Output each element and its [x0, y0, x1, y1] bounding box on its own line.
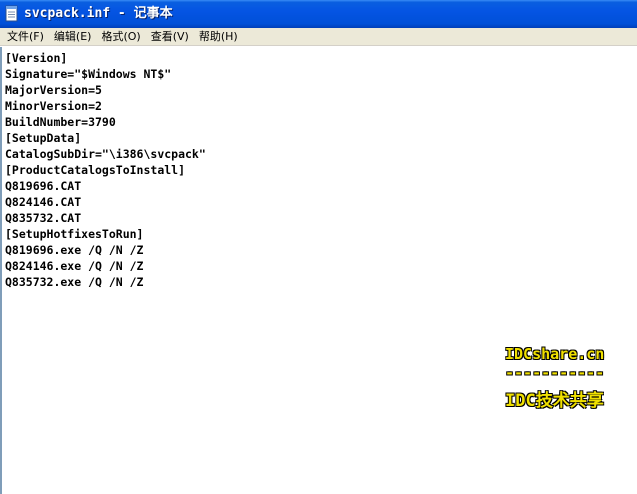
watermark-divider: -----------: [505, 364, 605, 382]
text-line: MinorVersion=2: [5, 99, 102, 113]
text-line: CatalogSubDir="\i386\svcpack": [5, 147, 206, 161]
text-line: Q835732.CAT: [5, 211, 82, 225]
menu-bar: 文件(F) 编辑(E) 格式(O) 查看(V) 帮助(H): [0, 28, 637, 46]
text-line: [SetupHotfixesToRun]: [5, 227, 144, 241]
menu-file[interactable]: 文件(F): [2, 28, 49, 45]
text-line: [Version]: [5, 51, 68, 65]
menu-format[interactable]: 格式(O): [96, 28, 145, 45]
text-line: [SetupData]: [5, 131, 82, 145]
text-line: BuildNumber=3790: [5, 115, 116, 129]
title-bar[interactable]: svcpack.inf - 记事本: [0, 0, 637, 28]
menu-edit[interactable]: 编辑(E): [49, 28, 97, 45]
text-line: Q824146.exe /Q /N /Z: [5, 259, 144, 273]
text-line: Q835732.exe /Q /N /Z: [5, 275, 144, 289]
text-line: [ProductCatalogsToInstall]: [5, 163, 186, 177]
window-title: svcpack.inf - 记事本: [24, 6, 173, 21]
watermark-tagline: IDC技术共享: [505, 391, 604, 411]
text-line: Signature="$Windows NT$": [5, 67, 172, 81]
menu-help[interactable]: 帮助(H): [194, 28, 243, 45]
watermark-site: IDCshare.cn: [505, 345, 605, 363]
menu-view[interactable]: 查看(V): [146, 28, 194, 45]
text-line: Q819696.exe /Q /N /Z: [5, 243, 144, 257]
text-editor[interactable]: [Version] Signature="$Windows NT$" Major…: [0, 47, 637, 494]
text-line: MajorVersion=5: [5, 83, 102, 97]
text-line: Q819696.CAT: [5, 179, 82, 193]
notepad-icon: [4, 5, 20, 22]
text-line: Q824146.CAT: [5, 195, 82, 209]
